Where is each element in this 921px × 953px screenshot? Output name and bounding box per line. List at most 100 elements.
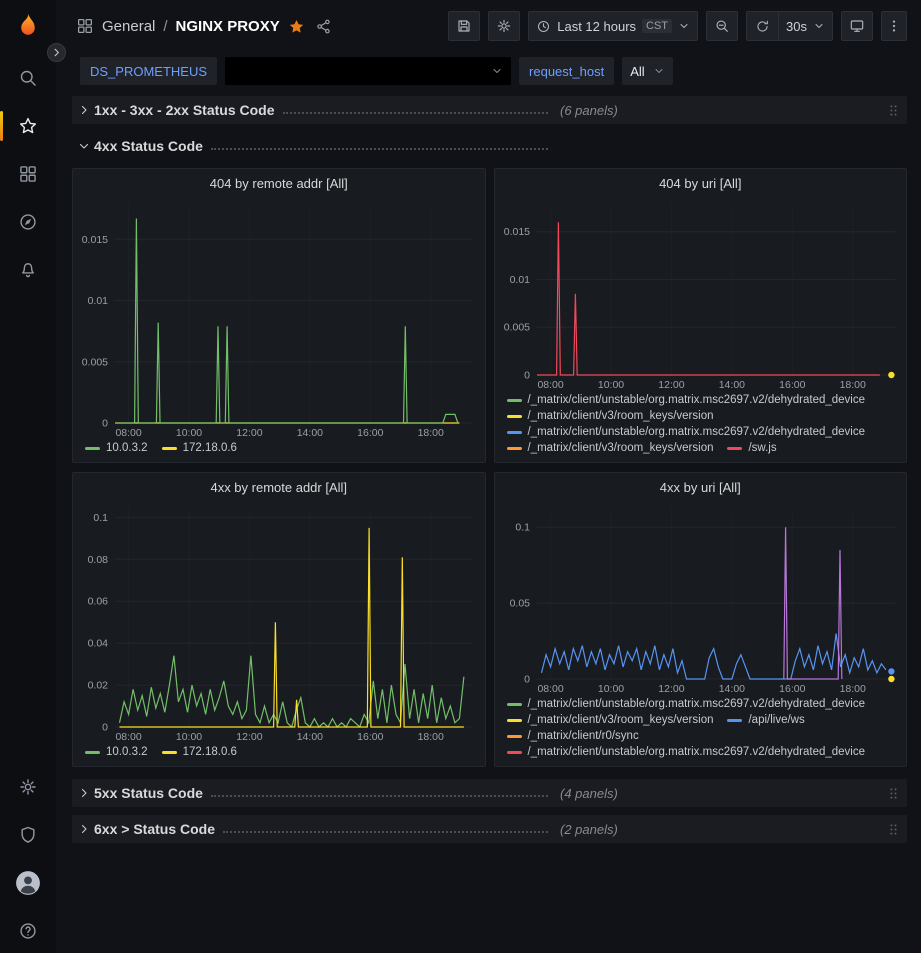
row-1xx-3xx-2xx-status-code[interactable]: 1xx - 3xx - 2xx Status Code (6 panels) [72, 96, 907, 124]
sidebar-item-explore[interactable] [8, 202, 48, 242]
chart-legend: 10.0.3.2 172.18.0.6 [73, 744, 485, 766]
legend-item[interactable]: /sw.js [727, 442, 776, 454]
request-host-select[interactable]: All [622, 57, 672, 85]
row-title: 6xx > Status Code [94, 821, 215, 837]
panel-4xx-by-uri: 4xx by uri [All] 08:0010:0012:0014:0016:… [494, 472, 908, 767]
row-4xx-status-code[interactable]: 4xx Status Code [72, 132, 907, 160]
search-button[interactable] [8, 58, 48, 98]
svg-text:16:00: 16:00 [779, 379, 805, 391]
panel-title[interactable]: 4xx by remote addr [All] [73, 473, 485, 501]
dashboard-title[interactable]: NGINX PROXY [176, 18, 280, 35]
svg-text:18:00: 18:00 [418, 731, 444, 743]
gear-icon [18, 777, 38, 797]
time-series-chart[interactable]: 08:0010:0012:0014:0016:0018:0000.0050.01… [73, 197, 485, 440]
legend-item[interactable]: /_matrix/client/unstable/org.matrix.msc2… [507, 426, 866, 438]
series-color-swatch [507, 719, 522, 722]
legend-label: /sw.js [748, 442, 776, 454]
save-dashboard-button[interactable] [448, 11, 480, 41]
legend-item[interactable]: /_matrix/client/unstable/org.matrix.msc2… [507, 698, 866, 710]
legend-item[interactable]: /_matrix/client/unstable/org.matrix.msc2… [507, 746, 866, 758]
variable-bar: DS_PROMETHEUS request_host All [56, 52, 921, 90]
svg-text:14:00: 14:00 [718, 683, 744, 695]
legend-item[interactable]: /_matrix/client/r0/sync [507, 730, 639, 742]
sidebar-expand-button[interactable] [47, 43, 66, 62]
legend-label: /_matrix/client/r0/sync [528, 730, 639, 742]
favorite-star-icon[interactable] [288, 18, 305, 35]
grafana-logo[interactable] [12, 10, 44, 42]
series-color-swatch [507, 431, 522, 434]
panel-title[interactable]: 4xx by uri [All] [495, 473, 907, 501]
chart-canvas: 08:0010:0012:0014:0016:0018:0000.050.1 [495, 501, 907, 696]
svg-text:10:00: 10:00 [597, 379, 623, 391]
legend-label: /_matrix/client/unstable/org.matrix.msc2… [528, 426, 866, 438]
legend-item[interactable]: 172.18.0.6 [162, 746, 237, 758]
security-admin-button[interactable] [8, 815, 48, 855]
legend-item[interactable]: /_matrix/client/v3/room_keys/version [507, 714, 714, 726]
sidebar-item-dashboards[interactable] [8, 154, 48, 194]
panel-404-by-remote-addr: 404 by remote addr [All] 08:0010:0012:00… [72, 168, 486, 463]
chevron-down-icon [813, 20, 825, 32]
drag-handle-icon[interactable] [888, 786, 899, 801]
time-series-chart[interactable]: 08:0010:0012:0014:0016:0018:0000.050.1 [495, 501, 907, 696]
gear-icon [496, 18, 512, 34]
time-series-chart[interactable]: 08:0010:0012:0014:0016:0018:0000.0050.01… [495, 197, 907, 392]
svg-text:12:00: 12:00 [236, 427, 262, 439]
panel-title-text: 404 by remote addr [All] [210, 176, 348, 191]
kebab-menu-icon [886, 18, 902, 34]
navbar-controls: Last 12 hours CST 30s [448, 11, 907, 41]
panel-title[interactable]: 404 by remote addr [All] [73, 169, 485, 197]
dashboard-settings-button[interactable] [488, 11, 520, 41]
legend-item[interactable]: 10.0.3.2 [85, 442, 148, 454]
sidebar-nav [8, 58, 48, 290]
legend-item[interactable]: /_matrix/client/v3/room_keys/version [507, 442, 714, 454]
save-icon [456, 18, 472, 34]
request-host-variable-label[interactable]: request_host [519, 57, 614, 85]
chevron-down-icon [78, 140, 90, 152]
top-navbar: General / NGINX PROXY Last 12 hours CST [56, 0, 921, 52]
row-6xx-status-code[interactable]: 6xx > Status Code (2 panels) [72, 815, 907, 843]
panel-title-text: 404 by uri [All] [659, 176, 741, 191]
chart-canvas: 08:0010:0012:0014:0016:0018:0000.0050.01… [73, 197, 485, 440]
drag-handle-icon[interactable] [888, 103, 899, 118]
zoom-out-button[interactable] [706, 11, 738, 41]
kebab-menu-button[interactable] [881, 11, 907, 41]
share-icon[interactable] [315, 18, 332, 35]
datasource-variable-label[interactable]: DS_PROMETHEUS [80, 57, 217, 85]
drag-handle-icon[interactable] [888, 822, 899, 837]
legend-item[interactable]: /_matrix/client/v3/room_keys/version [507, 410, 714, 422]
breadcrumb-separator: / [163, 18, 167, 35]
svg-text:18:00: 18:00 [839, 683, 865, 695]
dotted-leader [211, 795, 548, 797]
legend-item[interactable]: /api/live/ws [727, 714, 804, 726]
legend-item[interactable]: 172.18.0.6 [162, 442, 237, 454]
tv-mode-button[interactable] [841, 11, 873, 41]
sidebar-item-alerting[interactable] [8, 250, 48, 290]
refresh-button[interactable] [746, 11, 778, 41]
help-button[interactable] [8, 911, 48, 951]
svg-text:12:00: 12:00 [236, 731, 262, 743]
dashboards-grid-icon [18, 164, 38, 184]
legend-label: /api/live/ws [748, 714, 804, 726]
user-profile-button[interactable] [8, 863, 48, 903]
chart-canvas: 08:0010:0012:0014:0016:0018:0000.020.040… [73, 501, 485, 744]
series-color-swatch [507, 703, 522, 706]
legend-item[interactable]: 10.0.3.2 [85, 746, 148, 758]
legend-label: /_matrix/client/unstable/org.matrix.msc2… [528, 746, 866, 758]
datasource-select[interactable] [225, 57, 511, 85]
legend-item[interactable]: /_matrix/client/unstable/org.matrix.msc2… [507, 394, 866, 406]
svg-text:0.04: 0.04 [88, 638, 109, 650]
panel-title[interactable]: 404 by uri [All] [495, 169, 907, 197]
server-admin-settings-button[interactable] [8, 767, 48, 807]
row-5xx-status-code[interactable]: 5xx Status Code (4 panels) [72, 779, 907, 807]
time-range-picker[interactable]: Last 12 hours CST [528, 11, 698, 41]
legend-label: 172.18.0.6 [183, 746, 237, 758]
svg-text:12:00: 12:00 [658, 379, 684, 391]
chevron-down-icon [491, 65, 503, 77]
refresh-interval-picker[interactable]: 30s [778, 11, 833, 41]
panel-grid: 404 by remote addr [All] 08:0010:0012:00… [72, 168, 907, 767]
sidebar-item-starred[interactable] [8, 106, 48, 146]
svg-text:08:00: 08:00 [537, 379, 563, 391]
breadcrumb-section[interactable]: General [102, 18, 155, 35]
time-series-chart[interactable]: 08:0010:0012:0014:0016:0018:0000.020.040… [73, 501, 485, 744]
row-title: 4xx Status Code [94, 138, 203, 154]
